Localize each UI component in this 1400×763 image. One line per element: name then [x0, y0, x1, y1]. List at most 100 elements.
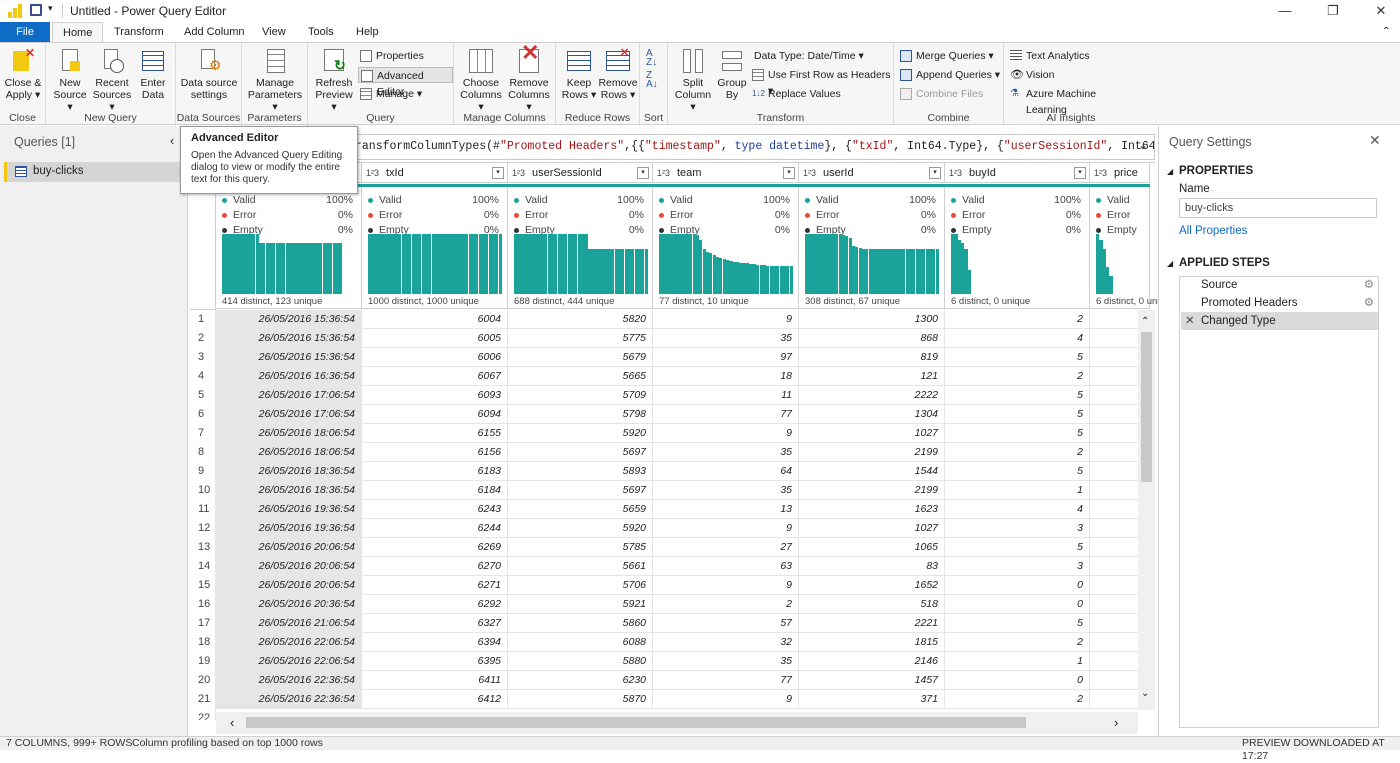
table-cell[interactable]: 1300 — [799, 310, 945, 329]
table-cell[interactable]: 5798 — [508, 405, 653, 424]
table-cell[interactable]: 35 — [653, 443, 799, 462]
row-number[interactable]: 19 — [190, 652, 216, 671]
column-type-icon[interactable]: 1²3 — [1094, 163, 1107, 183]
table-cell[interactable]: 6271 — [362, 576, 508, 595]
table-cell[interactable]: 26/05/2016 22:06:54 — [216, 652, 362, 671]
column-type-icon[interactable]: 1²3 — [949, 163, 962, 183]
advanced-editor-button[interactable]: Advanced Editor — [358, 67, 453, 98]
row-number[interactable]: 20 — [190, 671, 216, 690]
table-cell[interactable]: 6292 — [362, 595, 508, 614]
merge-queries-button[interactable]: Merge Queries ▾ — [900, 48, 994, 64]
table-cell[interactable]: 26/05/2016 17:06:54 — [216, 405, 362, 424]
table-cell[interactable]: 5665 — [508, 367, 653, 386]
table-cell[interactable]: 6269 — [362, 538, 508, 557]
column-type-icon[interactable]: 1²3 — [803, 163, 816, 183]
table-cell[interactable]: 5706 — [508, 576, 653, 595]
table-cell[interactable]: 5920 — [508, 424, 653, 443]
group-by-button[interactable]: Group By — [714, 47, 750, 101]
row-number[interactable]: 1 — [190, 310, 216, 329]
text-analytics-button[interactable]: Text Analytics — [1010, 48, 1090, 64]
table-cell[interactable]: 26/05/2016 18:06:54 — [216, 424, 362, 443]
table-cell[interactable]: 6088 — [508, 633, 653, 652]
properties-collapse-icon[interactable]: ◢ — [1167, 167, 1173, 176]
row-number[interactable]: 16 — [190, 595, 216, 614]
row-number[interactable]: 18 — [190, 633, 216, 652]
row-number[interactable]: 12 — [190, 519, 216, 538]
query-item-buy-clicks[interactable]: buy-clicks — [4, 162, 184, 182]
properties-button[interactable]: Properties — [360, 48, 424, 64]
column-header[interactable]: 1²3 team ▾ — [653, 163, 799, 183]
table-cell[interactable]: 4 — [945, 500, 1090, 519]
table-cell[interactable]: 2 — [945, 443, 1090, 462]
table-cell[interactable]: 5 — [945, 386, 1090, 405]
step-changed-type[interactable]: ✕ Changed Type — [1181, 312, 1378, 330]
delete-step-icon[interactable]: ✕ — [1185, 312, 1195, 330]
table-cell[interactable]: 5679 — [508, 348, 653, 367]
enter-data-button[interactable]: Enter Data — [136, 47, 170, 101]
table-cell[interactable]: 1304 — [799, 405, 945, 424]
table-cell[interactable]: 1 — [945, 652, 1090, 671]
table-cell[interactable]: 2146 — [799, 652, 945, 671]
column-type-icon[interactable]: 1²3 — [512, 163, 525, 183]
choose-columns-button[interactable]: Choose Columns ▾ — [458, 47, 504, 113]
new-source-button[interactable]: New Source ▾ — [52, 47, 88, 113]
table-cell[interactable]: 27 — [653, 538, 799, 557]
table-cell[interactable]: 5870 — [508, 690, 653, 709]
table-cell[interactable]: 26/05/2016 20:06:54 — [216, 557, 362, 576]
table-cell[interactable]: 1027 — [799, 424, 945, 443]
ribbon-collapse-icon[interactable]: ⌃ — [1382, 26, 1390, 37]
keep-rows-button[interactable]: Keep Rows ▾ — [560, 47, 598, 101]
row-number[interactable]: 2 — [190, 329, 216, 348]
column-type-icon[interactable]: 1²3 — [657, 163, 670, 183]
table-cell[interactable]: 2222 — [799, 386, 945, 405]
scroll-down-icon[interactable]: ⌄ — [1141, 688, 1149, 699]
table-cell[interactable]: 6412 — [362, 690, 508, 709]
table-cell[interactable]: 5920 — [508, 519, 653, 538]
scroll-thumb[interactable] — [1141, 332, 1152, 482]
table-cell[interactable]: 26/05/2016 20:36:54 — [216, 595, 362, 614]
step-settings-gear-icon[interactable]: ⚙ — [1364, 294, 1374, 312]
manage-parameters-button[interactable]: Manage Parameters ▾ — [244, 47, 306, 113]
column-filter-dropdown-icon[interactable]: ▾ — [783, 167, 795, 179]
table-cell[interactable]: 371 — [799, 690, 945, 709]
table-cell[interactable]: 77 — [653, 405, 799, 424]
table-cell[interactable]: 2221 — [799, 614, 945, 633]
row-number[interactable]: 6 — [190, 405, 216, 424]
tab-file[interactable]: File — [0, 22, 50, 42]
scroll-up-icon[interactable]: ⌃ — [1141, 316, 1149, 327]
table-cell[interactable]: 5880 — [508, 652, 653, 671]
table-cell[interactable]: 4 — [945, 329, 1090, 348]
steps-collapse-icon[interactable]: ◢ — [1167, 259, 1173, 268]
table-cell[interactable]: 2 — [945, 633, 1090, 652]
table-cell[interactable]: 1457 — [799, 671, 945, 690]
table-cell[interactable]: 57 — [653, 614, 799, 633]
table-cell[interactable]: 26/05/2016 21:06:54 — [216, 614, 362, 633]
tab-help[interactable]: Help — [346, 22, 389, 42]
table-cell[interactable]: 35 — [653, 652, 799, 671]
row-number[interactable]: 8 — [190, 443, 216, 462]
table-cell[interactable]: 6411 — [362, 671, 508, 690]
query-name-input[interactable]: buy-clicks — [1179, 198, 1377, 218]
table-cell[interactable]: 2199 — [799, 443, 945, 462]
column-header[interactable]: 1²3 buyId ▾ — [945, 163, 1090, 183]
tab-add-column[interactable]: Add Column — [174, 22, 255, 42]
table-cell[interactable]: 26/05/2016 16:36:54 — [216, 367, 362, 386]
row-number[interactable]: 21 — [190, 690, 216, 709]
table-cell[interactable]: 6156 — [362, 443, 508, 462]
table-cell[interactable]: 6244 — [362, 519, 508, 538]
tab-view[interactable]: View — [252, 22, 296, 42]
table-cell[interactable]: 5697 — [508, 443, 653, 462]
table-cell[interactable]: 2 — [653, 595, 799, 614]
table-cell[interactable]: 77 — [653, 671, 799, 690]
table-cell[interactable]: 97 — [653, 348, 799, 367]
column-header[interactable]: 1²3 txId ▾ — [362, 163, 508, 183]
remove-rows-button[interactable]: ✕ Remove Rows ▾ — [598, 47, 638, 101]
table-cell[interactable]: 6067 — [362, 367, 508, 386]
table-cell[interactable]: 819 — [799, 348, 945, 367]
vertical-scrollbar[interactable]: ⌃ ⌄ — [1138, 310, 1155, 710]
table-cell[interactable]: 2 — [945, 690, 1090, 709]
table-cell[interactable]: 35 — [653, 329, 799, 348]
table-cell[interactable]: 5 — [945, 424, 1090, 443]
use-first-row-button[interactable]: Use First Row as Headers ▾ — [752, 67, 893, 97]
table-cell[interactable]: 6155 — [362, 424, 508, 443]
